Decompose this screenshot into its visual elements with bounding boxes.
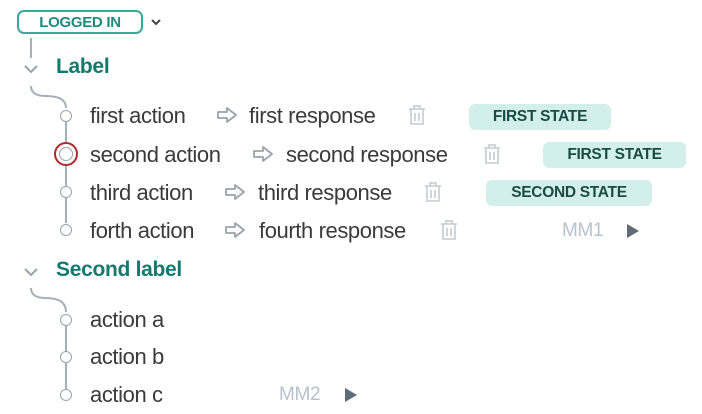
step-dot-selected[interactable]	[54, 142, 78, 166]
response-text[interactable]: third response	[258, 180, 392, 206]
step-dot[interactable]	[60, 110, 72, 122]
arrow-right-icon	[224, 183, 246, 206]
group-label[interactable]: Second label	[56, 258, 182, 282]
response-text[interactable]: fourth response	[259, 218, 406, 244]
action-text[interactable]: action b	[90, 344, 164, 370]
marker-label: MM2	[279, 384, 321, 405]
action-text[interactable]: third action	[90, 180, 193, 206]
action-text[interactable]: second action	[90, 142, 221, 168]
trash-icon[interactable]	[482, 143, 502, 170]
step-dot[interactable]	[60, 351, 72, 363]
step-dot[interactable]	[60, 224, 72, 236]
group-label[interactable]: Label	[56, 55, 110, 79]
trash-icon[interactable]	[407, 104, 427, 131]
timeline-line	[65, 121, 67, 223]
arrow-right-icon	[216, 106, 238, 129]
action-text[interactable]: action a	[90, 307, 164, 333]
arrow-right-icon	[224, 221, 246, 244]
action-text[interactable]: first action	[90, 103, 186, 129]
response-text[interactable]: second response	[286, 142, 448, 168]
state-badge[interactable]: FIRST STATE	[469, 104, 611, 130]
trash-icon[interactable]	[439, 219, 459, 246]
play-icon[interactable]	[344, 387, 358, 408]
step-dot[interactable]	[60, 314, 72, 326]
marker-label: MM1	[562, 220, 604, 241]
play-icon[interactable]	[626, 223, 640, 244]
action-text[interactable]: action c	[90, 382, 163, 408]
response-text[interactable]: first response	[249, 103, 376, 129]
action-text[interactable]: forth action	[90, 218, 194, 244]
state-badge[interactable]: FIRST STATE	[543, 142, 686, 168]
state-badge[interactable]: SECOND STATE	[486, 180, 652, 206]
chevron-down-icon[interactable]	[23, 63, 39, 75]
trash-icon[interactable]	[423, 181, 443, 208]
arrow-right-icon	[252, 145, 274, 168]
chevron-down-icon[interactable]	[23, 266, 39, 278]
step-dot[interactable]	[60, 186, 72, 198]
step-dot[interactable]	[60, 389, 72, 401]
